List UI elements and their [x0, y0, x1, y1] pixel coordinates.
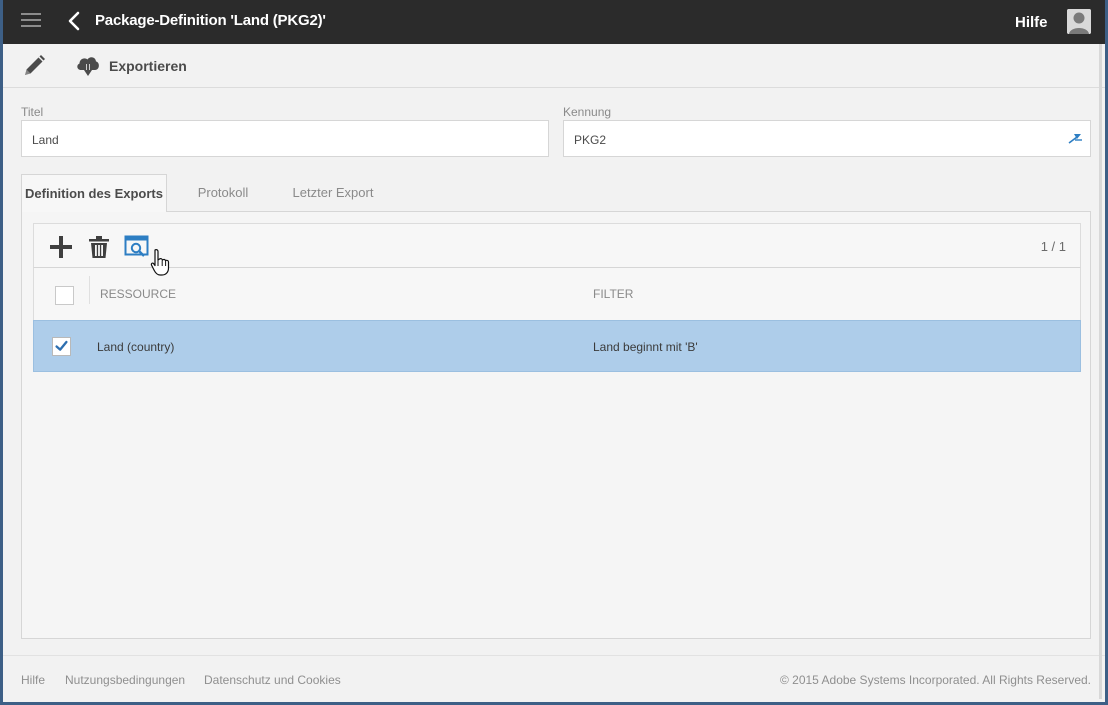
footer-link-terms[interactable]: Nutzungsbedingungen: [65, 673, 185, 687]
grid-header: RESSOURCE FILTER: [33, 268, 1081, 320]
table-row[interactable]: Land (country) Land beginnt mit 'B': [33, 320, 1081, 372]
copyright: © 2015 Adobe Systems Incorporated. All R…: [779, 673, 1091, 687]
avatar-icon[interactable]: [1067, 9, 1091, 34]
plus-icon[interactable]: [48, 234, 74, 260]
cell-filter: Land beginnt mit 'B': [593, 340, 698, 354]
id-label: Kennung: [563, 105, 612, 119]
pin-icon[interactable]: [1066, 130, 1084, 148]
page-title: Package-Definition 'Land (PKG2)': [95, 12, 326, 29]
title-field[interactable]: Land: [21, 120, 549, 157]
footer: Hilfe Nutzungsbedingungen Datenschutz un…: [3, 655, 1105, 702]
export-button[interactable]: Exportieren: [75, 52, 187, 80]
top-bar: Package-Definition 'Land (PKG2)' Hilfe: [3, 0, 1105, 44]
cell-resource: Land (country): [97, 340, 175, 354]
grid-toolbar: 1 / 1: [33, 223, 1081, 268]
export-label: Exportieren: [109, 58, 187, 74]
preview-icon[interactable]: [124, 234, 150, 260]
title-value: Land: [32, 133, 59, 147]
footer-link-privacy[interactable]: Datenschutz und Cookies: [204, 673, 341, 687]
back-icon[interactable]: [65, 10, 85, 32]
pager: 1 / 1: [1040, 239, 1066, 254]
footer-link-help[interactable]: Hilfe: [21, 673, 45, 687]
select-all-checkbox[interactable]: [55, 286, 74, 305]
column-header-filter[interactable]: FILTER: [593, 287, 633, 301]
id-value: PKG2: [574, 133, 607, 147]
tab-last-export[interactable]: Letzter Export: [287, 174, 379, 212]
scrollbar[interactable]: [1099, 44, 1102, 699]
trash-icon[interactable]: [86, 234, 112, 260]
tab-export-definition[interactable]: Definition des Exports: [21, 174, 167, 212]
help-link[interactable]: Hilfe: [1015, 14, 1048, 31]
action-toolbar: Exportieren: [3, 44, 1105, 88]
column-separator: [89, 276, 90, 304]
resource-grid: 1 / 1 RESSOURCE FILTER Land (country) La…: [33, 223, 1081, 372]
cloud-download-icon: [77, 57, 99, 76]
tab-protocol[interactable]: Protokoll: [187, 174, 259, 212]
tab-panel: 1 / 1 RESSOURCE FILTER Land (country) La…: [21, 211, 1091, 639]
id-field[interactable]: PKG2: [563, 120, 1091, 157]
menu-icon[interactable]: [21, 13, 41, 29]
row-checkbox[interactable]: [52, 337, 71, 356]
app-window: Package-Definition 'Land (PKG2)' Hilfe E…: [0, 0, 1108, 705]
column-header-resource[interactable]: RESSOURCE: [100, 287, 176, 301]
check-icon: [55, 340, 68, 351]
pencil-icon[interactable]: [21, 53, 47, 79]
title-label: Titel: [21, 105, 44, 119]
